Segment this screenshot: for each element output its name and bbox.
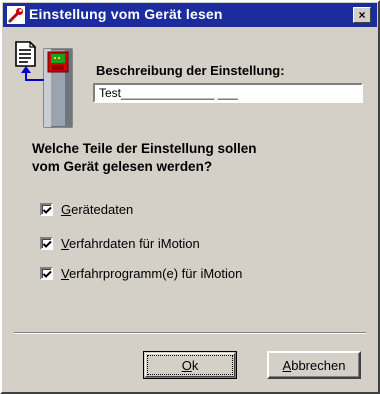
option-verfahrdaten[interactable]: Verfahrdaten für iMotion [40,234,200,252]
checkmark-icon [42,206,52,214]
checkmark-icon [42,240,52,248]
cancel-button-label: Abbrechen [282,357,346,373]
checkmark-icon [42,270,52,278]
separator-line [14,332,366,334]
close-icon: × [358,8,366,22]
question-line-1: Welche Teile der Einstellung sollen [32,141,257,156]
close-button[interactable]: × [353,7,371,23]
option-label-verfahrprogramme: Verfahrprogramm(e) für iMotion [61,265,243,281]
window-title: Einstellung vom Gerät lesen [29,6,223,22]
title-bar[interactable]: Einstellung vom Gerät lesen × [3,3,377,27]
document-icon [15,41,36,67]
question-text: Welche Teile der Einstellung sollen vom … [32,140,332,176]
option-verfahrprogramme[interactable]: Verfahrprogramm(e) für iMotion [40,264,242,282]
checkbox-verfahrprogramme[interactable] [40,266,53,280]
option-label-geraetedaten: Gerätedaten [61,201,134,217]
dialog-window: Einstellung vom Gerät lesen × Beschreibu… [0,0,380,394]
arrow-left-icon [21,66,44,81]
device-icon [43,48,73,128]
wrench-icon [7,6,25,24]
option-geraetedaten[interactable]: Gerätedaten [40,200,133,218]
question-line-2: vom Gerät gelesen werden? [32,159,213,174]
description-label: Beschreibung der Einstellung: [96,63,285,78]
device-graphic [15,41,73,128]
checkbox-geraetedaten[interactable] [40,202,53,216]
description-input[interactable] [93,83,363,103]
ok-button[interactable]: Ok [143,351,237,379]
checkbox-verfahrdaten[interactable] [40,236,53,250]
cancel-button[interactable]: Abbrechen [267,351,361,379]
option-label-verfahrdaten: Verfahrdaten für iMotion [61,235,200,251]
ok-button-label: Ok [181,357,199,373]
